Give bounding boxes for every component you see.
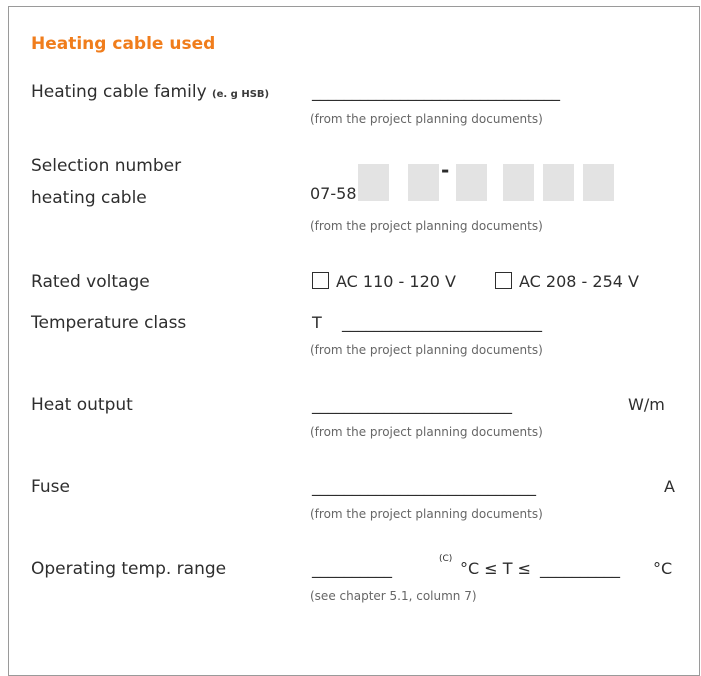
op-range-max-field[interactable]: __________ bbox=[540, 559, 620, 578]
voltage-label: Rated voltage bbox=[31, 272, 150, 292]
op-range-footnote-marker: (C) bbox=[439, 554, 453, 564]
heat-output-note: (from the project planning documents) bbox=[310, 425, 543, 439]
family-blank-field[interactable]: _______________________________ bbox=[312, 82, 560, 101]
fuse-unit: A bbox=[664, 477, 675, 496]
selection-label-line1: Selection number bbox=[31, 156, 182, 176]
voltage-checkbox-208[interactable] bbox=[495, 272, 512, 289]
selection-digit-box[interactable] bbox=[503, 164, 534, 201]
family-hint: (e. g HSB) bbox=[212, 89, 270, 100]
selection-dash: - bbox=[441, 158, 450, 182]
op-range-unit: °C bbox=[653, 559, 673, 578]
family-label-row: Heating cable family (e. g HSB) bbox=[31, 82, 269, 102]
temp-class-note: (from the project planning documents) bbox=[310, 343, 543, 357]
voltage-option-110: AC 110 - 120 V bbox=[336, 272, 456, 291]
op-range-label: Operating temp. range bbox=[31, 559, 227, 579]
voltage-option-208: AC 208 - 254 V bbox=[519, 272, 639, 291]
op-range-note: (see chapter 5.1, column 7) bbox=[310, 589, 477, 603]
heat-output-unit: W/m bbox=[628, 395, 665, 414]
selection-digit-box[interactable] bbox=[543, 164, 574, 201]
op-range-middle-text: °C ≤ T ≤ bbox=[460, 559, 532, 578]
selection-digit-box[interactable] bbox=[583, 164, 614, 201]
fuse-label: Fuse bbox=[31, 477, 70, 497]
selection-digit-box[interactable] bbox=[408, 164, 439, 201]
heat-output-blank-field[interactable]: _________________________ bbox=[312, 395, 512, 414]
selection-note: (from the project planning documents) bbox=[310, 219, 543, 233]
temp-class-blank-field[interactable]: _________________________ bbox=[342, 313, 542, 332]
family-note: (from the project planning documents) bbox=[310, 112, 543, 126]
op-range-min-field[interactable]: __________ bbox=[312, 559, 392, 578]
section-heading: Heating cable used bbox=[31, 34, 216, 54]
selection-digit-box[interactable] bbox=[456, 164, 487, 201]
fuse-blank-field[interactable]: ____________________________ bbox=[312, 477, 536, 496]
selection-label-line2: heating cable bbox=[31, 188, 147, 208]
selection-digit-box[interactable] bbox=[358, 164, 389, 201]
family-label: Heating cable family bbox=[31, 82, 207, 102]
temp-class-prefix: T bbox=[312, 313, 322, 332]
heat-output-label: Heat output bbox=[31, 395, 133, 415]
voltage-checkbox-110[interactable] bbox=[312, 272, 329, 289]
temp-class-label: Temperature class bbox=[31, 313, 187, 333]
selection-prefix: 07-58 bbox=[310, 184, 357, 203]
fuse-note: (from the project planning documents) bbox=[310, 507, 543, 521]
